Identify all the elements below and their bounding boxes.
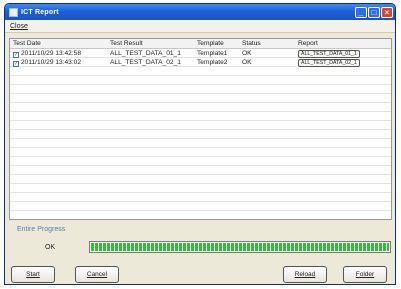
menu-bar: Close	[5, 20, 395, 33]
test-result-cell: ALL_TEST_DATA_02_1	[110, 59, 181, 66]
empty-row	[10, 148, 391, 157]
status-cell: OK	[242, 59, 252, 66]
title-bar: ICT Report _ □ ×	[5, 4, 395, 20]
app-icon	[9, 7, 18, 17]
empty-row	[10, 166, 391, 175]
column-header-test-result[interactable]: Test Result	[110, 39, 194, 48]
test-result-cell: ALL_TEST_DATA_01_1	[110, 50, 181, 57]
empty-row	[10, 112, 391, 121]
test-date-value: 2011/10/29 13:42:58	[21, 50, 82, 57]
template-cell: Template2	[197, 59, 228, 66]
report-link-button[interactable]: ALL_TEST_DATA_01_1	[298, 50, 360, 58]
report-cell: ALL_TEST_DATA_01_1	[298, 49, 388, 58]
column-header-test-date[interactable]: Test Date	[13, 39, 105, 48]
table-header: Test Date Test Result Template Status Re…	[10, 39, 391, 49]
report-link-button[interactable]: ALL_TEST_DATA_02_1	[298, 59, 360, 67]
empty-row	[10, 157, 391, 166]
empty-row	[10, 139, 391, 148]
progress-bar-fill	[91, 243, 389, 251]
table-row[interactable]: ✓ 2011/10/29 13:43:02 ALL_TEST_DATA_02_1 …	[10, 58, 391, 67]
window-controls: _ □ ×	[355, 6, 395, 18]
column-header-template[interactable]: Template	[197, 39, 239, 48]
empty-row	[10, 184, 391, 193]
menu-item-close[interactable]: Close	[10, 23, 28, 30]
empty-row	[10, 94, 391, 103]
minimize-icon[interactable]: _	[355, 6, 367, 18]
cancel-button[interactable]: Cancel	[75, 266, 119, 283]
column-header-report[interactable]: Report	[298, 39, 388, 48]
close-icon[interactable]: ×	[381, 6, 393, 18]
test-date-cell: ✓ 2011/10/29 13:42:58	[13, 49, 105, 58]
entire-progress-bar	[89, 241, 391, 253]
empty-row	[10, 103, 391, 112]
entire-progress-label: Entire Progress	[17, 226, 66, 233]
progress-status-text: OK	[45, 244, 56, 251]
empty-row	[10, 67, 391, 76]
report-list[interactable]: Test Date Test Result Template Status Re…	[9, 38, 392, 220]
test-date-cell: ✓ 2011/10/29 13:43:02	[13, 58, 105, 67]
app-window: ICT Report _ □ × Close Test Date Test Re…	[4, 3, 396, 285]
empty-row	[10, 121, 391, 130]
empty-row	[10, 175, 391, 184]
empty-row	[10, 130, 391, 139]
column-header-status[interactable]: Status	[242, 39, 292, 48]
maximize-icon[interactable]: □	[368, 6, 380, 18]
empty-row	[10, 193, 391, 202]
reload-button[interactable]: Reload	[283, 266, 327, 283]
empty-row	[10, 85, 391, 94]
table-row[interactable]: ✓ 2011/10/29 13:42:58 ALL_TEST_DATA_01_1 …	[10, 49, 391, 58]
test-date-value: 2011/10/29 13:43:02	[21, 59, 82, 66]
report-cell: ALL_TEST_DATA_02_1	[298, 58, 388, 67]
empty-row	[10, 76, 391, 85]
template-cell: Template1	[197, 50, 228, 57]
folder-button[interactable]: Folder	[343, 266, 387, 283]
window-title: ICT Report	[21, 8, 59, 16]
status-cell: OK	[242, 50, 252, 57]
empty-row	[10, 202, 391, 211]
start-button[interactable]: Start	[11, 266, 55, 283]
